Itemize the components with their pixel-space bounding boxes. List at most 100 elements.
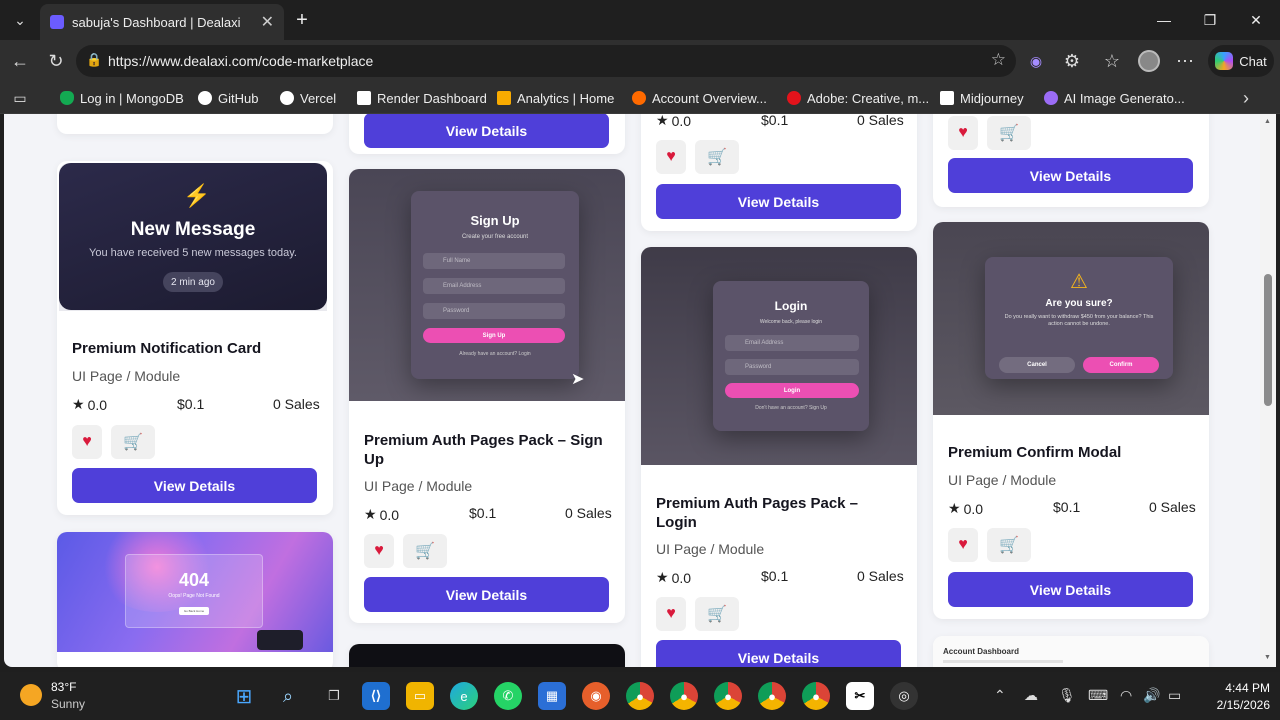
product-card-notification[interactable]: ⚡ New Message You have received 5 new me… (57, 161, 333, 515)
windows-start-icon[interactable]: ⊞ (230, 682, 258, 710)
view-details-button[interactable]: View Details (72, 468, 317, 503)
extensions-icon[interactable]: ⚙ (1060, 49, 1084, 73)
wishlist-heart-icon[interactable]: ♥ (656, 140, 686, 174)
copilot-vision-icon[interactable]: ◉ (1024, 49, 1048, 73)
more-menu-icon[interactable]: ⋯ (1173, 49, 1197, 73)
bookmark-mongodb[interactable]: Log in | MongoDB (60, 88, 184, 108)
file-explorer-icon[interactable]: ▭ (406, 682, 434, 710)
favorites-icon[interactable]: ☆ (1100, 49, 1124, 73)
tab-close-icon[interactable]: ✕ (261, 12, 274, 32)
firefox-icon[interactable]: ◉ (582, 682, 610, 710)
view-details-button[interactable]: View Details (364, 577, 609, 612)
bookmark-account-overview[interactable]: Account Overview... (632, 88, 767, 108)
product-card-404[interactable]: 404 Oops! Page Not Found Go Back Home (57, 532, 333, 667)
product-title[interactable]: Premium Confirm Modal (948, 443, 1193, 462)
profile-avatar[interactable] (1137, 49, 1161, 73)
chrome-icon[interactable]: ● (758, 682, 786, 710)
add-to-cart-icon[interactable]: 🛒 (987, 116, 1031, 150)
minimize-icon[interactable]: — (1152, 8, 1176, 32)
obs-icon[interactable]: ◎ (890, 682, 918, 710)
wifi-icon[interactable]: ◠ (1120, 687, 1132, 704)
copilot-chat-button[interactable]: Chat (1208, 45, 1274, 77)
product-title[interactable]: Premium Notification Card (72, 339, 322, 358)
scrollbar-thumb[interactable] (1264, 274, 1272, 406)
site-info-icon[interactable]: 🔒 (86, 52, 102, 68)
window-close-icon[interactable]: ✕ (1244, 8, 1268, 32)
view-details-button[interactable]: View Details (948, 158, 1193, 193)
preview-field: Full Name (423, 253, 565, 269)
chrome-icon[interactable]: ● (802, 682, 830, 710)
capcut-icon[interactable]: ✂ (846, 682, 874, 710)
clock-time[interactable]: 4:44 PM (1200, 681, 1270, 695)
new-tab-icon[interactable]: + (290, 8, 314, 32)
tab-active[interactable]: sabuja's Dashboard | Dealaxi ✕ (40, 4, 284, 40)
wishlist-heart-icon[interactable]: ♥ (948, 528, 978, 562)
add-to-cart-icon[interactable]: 🛒 (695, 140, 739, 174)
bookmark-midjourney[interactable]: Midjourney (940, 88, 1024, 108)
product-sales: 0 Sales (273, 396, 320, 412)
chrome-icon[interactable]: ● (714, 682, 742, 710)
wishlist-heart-icon[interactable]: ♥ (948, 116, 978, 150)
product-title[interactable]: Premium Auth Pages Pack – Sign Up (364, 431, 609, 469)
view-details-button[interactable]: View Details (948, 572, 1193, 607)
bookmark-github[interactable]: GitHub (198, 88, 258, 108)
add-to-cart-icon[interactable]: 🛒 (403, 534, 447, 568)
edge-icon[interactable]: e (450, 682, 478, 710)
restore-icon[interactable]: ❐ (1198, 8, 1222, 32)
scroll-up-icon[interactable]: ▲ (1264, 118, 1271, 125)
scroll-down-icon[interactable]: ▼ (1264, 654, 1271, 661)
vscode-icon[interactable]: ⟨⟩ (362, 682, 390, 710)
wishlist-heart-icon[interactable]: ♥ (364, 534, 394, 568)
product-card-signup[interactable]: Sign Up Create your free account Full Na… (349, 169, 625, 623)
tab-actions-chevron-icon[interactable]: ⌄ (8, 8, 32, 32)
product-preview: ⚠ Are you sure? Do you really want to wi… (933, 222, 1209, 415)
bookmark-adobe[interactable]: Adobe: Creative, m... (787, 88, 929, 108)
add-to-cart-icon[interactable]: 🛒 (111, 425, 155, 459)
product-card-confirm[interactable]: ⚠ Are you sure? Do you really want to wi… (933, 222, 1209, 619)
weather-sun-icon[interactable] (20, 684, 42, 706)
microsoft-store-icon[interactable]: ▦ (538, 682, 566, 710)
address-bar[interactable]: 🔒 https://www.dealaxi.com/code-marketpla… (76, 45, 1016, 77)
whatsapp-icon[interactable]: ✆ (494, 682, 522, 710)
battery-icon[interactable]: ▭ (1168, 687, 1181, 704)
onedrive-icon[interactable]: ☁ (1024, 687, 1038, 704)
page-scrollbar[interactable]: ▲ ▼ (1260, 114, 1276, 667)
add-to-cart-icon[interactable]: 🛒 (987, 528, 1031, 562)
bookmark-vercel[interactable]: Vercel (280, 88, 336, 108)
chrome-icon[interactable]: ● (670, 682, 698, 710)
bookmark-analytics[interactable]: Analytics | Home (497, 88, 614, 108)
preview-heading: Login (774, 299, 808, 313)
tray-overflow-chevron-icon[interactable]: ⌃ (994, 687, 1006, 704)
product-card-partial[interactable] (349, 644, 625, 667)
collections-icon[interactable]: ▭ (8, 86, 32, 110)
add-to-cart-icon[interactable]: 🛒 (695, 597, 739, 631)
keyboard-icon[interactable]: ⌨ (1088, 687, 1108, 704)
wishlist-heart-icon[interactable]: ♥ (656, 597, 686, 631)
bookmark-ai-image[interactable]: AI Image Generato... (1044, 88, 1185, 108)
weather-condition[interactable]: Sunny (51, 697, 85, 711)
weather-temperature[interactable]: 83°F (51, 680, 76, 694)
favorite-star-icon[interactable]: ☆ (991, 50, 1006, 70)
task-view-icon[interactable]: ❐ (320, 682, 348, 710)
product-card-partial[interactable]: ★ 0.0 $0.1 0 Sales ♥ 🛒 View Details (641, 114, 917, 231)
wishlist-heart-icon[interactable]: ♥ (72, 425, 102, 459)
view-details-button[interactable]: View Details (656, 640, 901, 667)
bookmark-render[interactable]: Render Dashboard (357, 88, 487, 108)
clock-date[interactable]: 2/15/2026 (1200, 698, 1270, 712)
chrome-icon[interactable]: ● (626, 682, 654, 710)
product-title[interactable]: Premium Auth Pages Pack – Login (656, 494, 901, 532)
view-details-button[interactable]: View Details (364, 114, 609, 148)
product-card-login[interactable]: Login Welcome back, please login Email A… (641, 247, 917, 667)
microphone-icon[interactable]: 🎙 (1058, 687, 1076, 704)
github-icon (198, 91, 212, 105)
back-icon[interactable]: ← (8, 49, 32, 73)
search-icon[interactable]: ⌕ (274, 682, 302, 710)
windows-taskbar: 83°F Sunny ⊞ ⌕ ❐ ⟨⟩ ▭ e ✆ ▦ ◉ ● ● ● ● ● … (0, 672, 1280, 720)
bookmarks-overflow-chevron-icon[interactable]: › (1234, 86, 1258, 110)
view-details-button[interactable]: View Details (656, 184, 901, 219)
refresh-icon[interactable]: ↻ (44, 49, 68, 73)
product-card-partial[interactable]: ♥ 🛒 View Details (933, 114, 1209, 207)
product-card-dashboard[interactable]: Account Dashboard (933, 636, 1209, 667)
product-rating: ★ 0.0 (656, 114, 692, 129)
volume-icon[interactable]: 🔊 (1143, 687, 1160, 704)
